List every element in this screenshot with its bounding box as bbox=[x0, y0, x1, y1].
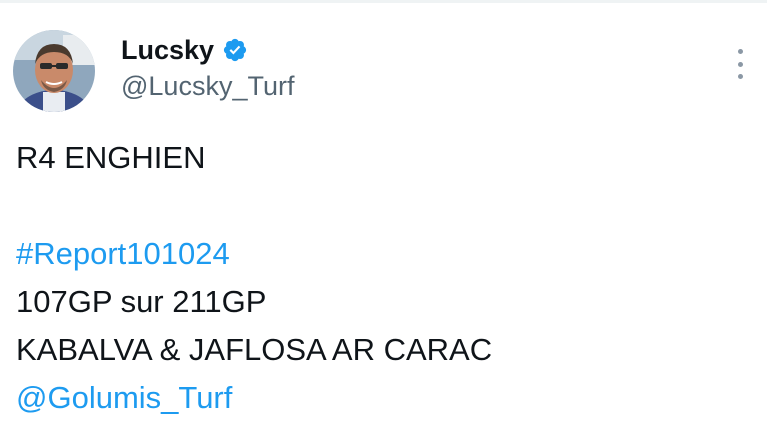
author-handle[interactable]: @Lucsky_Turf bbox=[121, 70, 294, 102]
tweet-text-line: 107GP sur 211GP bbox=[16, 284, 267, 319]
profile-photo bbox=[13, 30, 95, 112]
verified-badge-icon bbox=[222, 37, 248, 63]
hashtag-link[interactable]: #Report101024 bbox=[16, 236, 230, 272]
tweet-card: Lucsky @Lucsky_Turf R4 ENGHIEN #Report10… bbox=[0, 0, 767, 444]
display-name[interactable]: Lucsky bbox=[121, 34, 214, 66]
author-name-row[interactable]: Lucsky bbox=[121, 34, 248, 66]
avatar[interactable] bbox=[13, 30, 95, 112]
more-vertical-icon[interactable] bbox=[734, 49, 746, 79]
tweet-text-line: KABALVA & JAFLOSA AR CARAC bbox=[16, 332, 493, 367]
mention-link[interactable]: @Golumis_Turf bbox=[16, 380, 232, 416]
tweet-text-line: R4 ENGHIEN bbox=[16, 140, 206, 175]
